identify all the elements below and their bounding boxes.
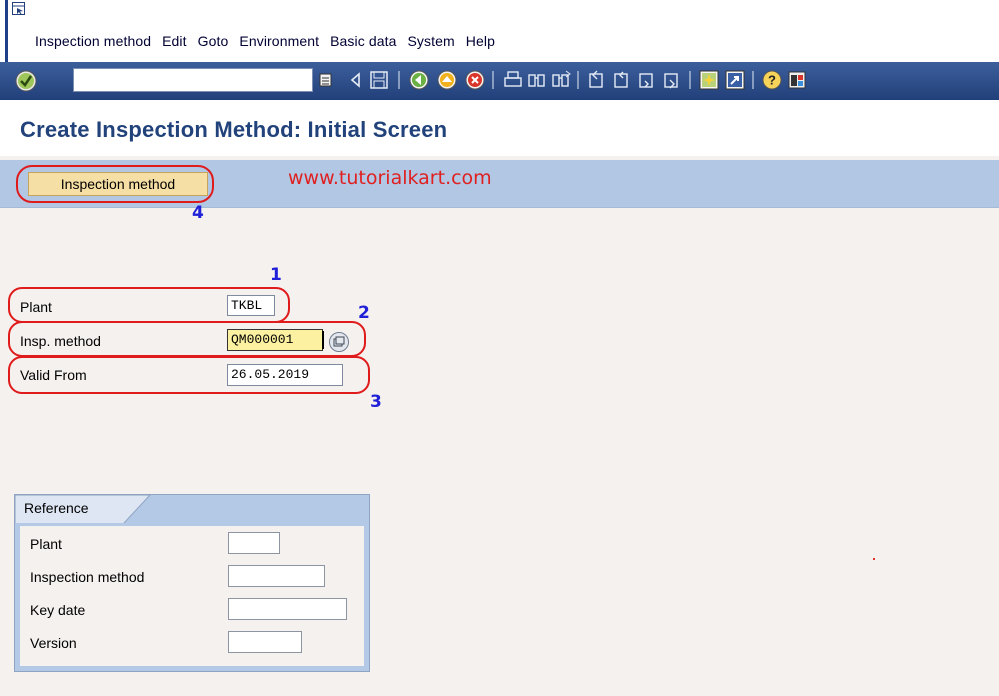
- insp-method-input[interactable]: QM000001: [227, 329, 323, 351]
- matchcode-icon[interactable]: [328, 331, 350, 353]
- valid-from-input[interactable]: 26.05.2019: [227, 364, 343, 386]
- stray-dot: [873, 558, 875, 560]
- text-cursor: [322, 331, 324, 349]
- window-edge-rule: [5, 0, 8, 62]
- create-session-icon[interactable]: [698, 69, 720, 91]
- plant-label: Plant: [20, 299, 52, 315]
- toolbar-separator: [492, 71, 494, 89]
- valid-from-label: Valid From: [20, 367, 87, 383]
- menu-bar: Inspection method Edit Goto Environment …: [0, 0, 999, 62]
- menu-environment[interactable]: Environment: [239, 33, 319, 51]
- annotation-number-4: 4: [192, 203, 204, 223]
- toolbar-separator: [752, 71, 754, 89]
- ref-plant-label: Plant: [30, 536, 62, 552]
- ref-key-date-label: Key date: [30, 602, 86, 618]
- annotation-number-1: 1: [270, 265, 282, 285]
- ref-inspection-method-label: Inspection method: [30, 569, 145, 585]
- cancel-icon[interactable]: [464, 69, 486, 91]
- layout-icon[interactable]: [786, 69, 808, 91]
- toolbar-separator: [398, 71, 400, 89]
- command-dropdown-icon[interactable]: [319, 72, 333, 88]
- exit-icon[interactable]: [436, 69, 458, 91]
- last-page-icon[interactable]: [661, 69, 683, 91]
- ref-key-date-input[interactable]: [228, 598, 347, 620]
- menu-edit[interactable]: Edit: [162, 33, 187, 51]
- menu-goto[interactable]: Goto: [198, 33, 229, 51]
- standard-toolbar: ?: [0, 62, 999, 100]
- save-icon[interactable]: [368, 69, 390, 91]
- previous-page-icon[interactable]: [611, 69, 633, 91]
- ref-version-label: Version: [30, 635, 77, 651]
- print-icon[interactable]: [502, 69, 524, 91]
- find-next-icon[interactable]: [550, 69, 572, 91]
- annotation-number-3: 3: [370, 392, 382, 412]
- ref-plant-input[interactable]: [228, 532, 280, 554]
- menu-basic-data[interactable]: Basic data: [330, 33, 396, 51]
- annotation-number-2: 2: [358, 303, 370, 323]
- menu-help[interactable]: Help: [466, 33, 495, 51]
- shortcut-icon[interactable]: [724, 69, 746, 91]
- enter-check-icon[interactable]: [14, 69, 38, 93]
- back-icon[interactable]: [408, 69, 430, 91]
- toolbar-separator: [577, 71, 579, 89]
- help-icon[interactable]: ?: [761, 69, 783, 91]
- insp-method-label: Insp. method: [20, 333, 101, 349]
- plant-input[interactable]: TKBL: [227, 295, 275, 316]
- next-page-icon[interactable]: [636, 69, 658, 91]
- ref-version-input[interactable]: [228, 631, 302, 653]
- find-icon[interactable]: [526, 69, 548, 91]
- menu-system[interactable]: System: [407, 33, 454, 51]
- watermark-text: www.tutorialkart.com: [288, 167, 492, 189]
- back-arrow-icon[interactable]: [345, 69, 367, 91]
- page-title: Create Inspection Method: Initial Screen: [20, 117, 448, 142]
- menu-items: Inspection method Edit Goto Environment …: [35, 33, 506, 51]
- ref-inspection-method-input[interactable]: [228, 565, 325, 587]
- menu-inspection-method[interactable]: Inspection method: [35, 33, 151, 51]
- system-menu-icon[interactable]: [12, 2, 26, 16]
- reference-group-title: Reference: [24, 500, 89, 516]
- command-field[interactable]: [73, 68, 313, 92]
- toolbar-separator: [689, 71, 691, 89]
- inspection-method-button[interactable]: Inspection method: [28, 172, 208, 196]
- svg-text:?: ?: [768, 73, 776, 88]
- first-page-icon[interactable]: [586, 69, 608, 91]
